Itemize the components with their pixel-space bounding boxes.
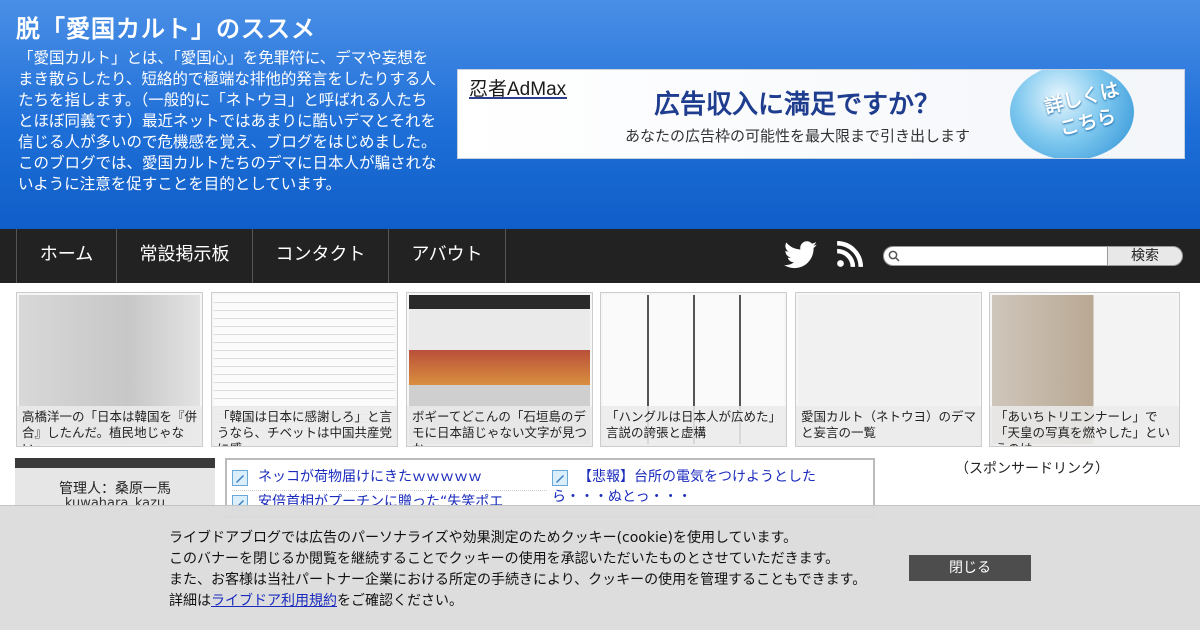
thumbnail-card[interactable]: 「ハングルは日本人が広めた」言説の誇張と虚構 xyxy=(600,292,787,447)
sponsor-label: （スポンサードリンク） xyxy=(955,461,1109,477)
related-separator xyxy=(232,490,547,491)
thumbnail-card[interactable]: 「あいちトリエンナーレ」で「天皇の写真を燃やした」というのは xyxy=(989,292,1180,447)
thumbnail-caption: 「ハングルは日本人が広めた」言説の誇張と虚構 xyxy=(601,406,786,446)
site-description: 「愛国カルト」とは、「愛国心」を免罪符に、デマや妄想をまき散らしたり、短絡的で極… xyxy=(18,49,437,193)
thumbnail-card[interactable]: 「韓国は日本に感謝しろ」と言うなら、チベットは中国共産党に感 xyxy=(211,292,398,447)
thumbnail-caption: 「あいちトリエンナーレ」で「天皇の写真を燃やした」というのは xyxy=(990,406,1179,446)
related-article-link[interactable]: ネッコが荷物届けにきたｗｗｗｗｗ xyxy=(258,467,482,487)
admin-name: 管理人：桑原一馬 xyxy=(59,481,171,497)
ad-subline: あなたの広告枠の可能性を最大限まで引き出します xyxy=(625,127,971,145)
twitter-icon[interactable] xyxy=(784,240,817,270)
thumbnail-caption: ボギーてどこんの「石垣島のデモに日本語じゃない文字が見つかっ xyxy=(407,406,592,446)
thumbnail-caption: 「韓国は日本に感謝しろ」と言うなら、チベットは中国共産党に感 xyxy=(212,406,397,446)
ad-headline: 広告収入に満足ですか？ xyxy=(654,90,941,120)
rss-icon[interactable] xyxy=(836,241,863,268)
search-input[interactable] xyxy=(883,246,1108,266)
cookie-text-line: ライブドアブログでは広告のパーソナライズや効果測定のためクッキー(cookie)… xyxy=(169,530,798,546)
nav-item-about[interactable]: アバウト xyxy=(388,229,506,283)
sidebar-header-bar xyxy=(15,458,215,468)
ad-banner[interactable]: 忍者AdMax 広告収入に満足ですか？ あなたの広告枠の可能性を最大限まで引き出… xyxy=(457,69,1185,159)
cookie-detail-prefix: 詳細は xyxy=(169,593,211,609)
thumbnail-caption: 愛国カルト（ネトウヨ）のデマと妄言の一覧 xyxy=(796,406,981,446)
cookie-detail-suffix: をご確認ください。 xyxy=(337,593,463,609)
thumbnail-card[interactable]: 高橋洋一の「日本は韓国を『併合』したんだ。植民地じゃない」 xyxy=(16,292,203,447)
thumbnail-card[interactable]: 愛国カルト（ネトウヨ）のデマと妄言の一覧 xyxy=(795,292,982,447)
terms-link[interactable]: ライブドア利用規約 xyxy=(211,593,337,609)
cookie-text-line: 詳細はライブドア利用規約をご確認ください。 xyxy=(169,590,463,610)
site-header: 脱「愛国カルト」のススメ 「愛国カルト」とは、「愛国心」を免罪符に、デマや妄想を… xyxy=(0,0,1200,229)
cookie-close-button[interactable]: 閉じる xyxy=(909,555,1031,581)
related-article-link[interactable]: 【悲報】台所の電気をつけようとしたら・・・ぬとっ・・・ xyxy=(552,467,822,507)
search-button[interactable]: 検索 xyxy=(1107,246,1183,266)
thumbnail-caption: 高橋洋一の「日本は韓国を『併合』したんだ。植民地じゃない」 xyxy=(17,406,202,446)
edit-icon xyxy=(232,470,248,486)
nav-item-contact[interactable]: コンタクト xyxy=(252,229,388,283)
nav-item-board[interactable]: 常設掲示板 xyxy=(116,229,252,283)
nav-item-home[interactable]: ホーム xyxy=(16,229,116,283)
search-icon xyxy=(888,250,900,262)
site-title[interactable]: 脱「愛国カルト」のススメ xyxy=(16,9,316,44)
thumbnail-card[interactable]: ボギーてどこんの「石垣島のデモに日本語じゃない文字が見つかっ xyxy=(406,292,593,447)
cookie-text-line: このバナーを閉じるか閲覧を継続することでクッキーの使用を承認いただいたものとさせ… xyxy=(169,551,840,567)
ad-logo-underline xyxy=(469,97,567,99)
cookie-text-line: また、お客様は当社パートナー企業における所定の手続きにより、クッキーの使用を管理… xyxy=(169,572,867,588)
